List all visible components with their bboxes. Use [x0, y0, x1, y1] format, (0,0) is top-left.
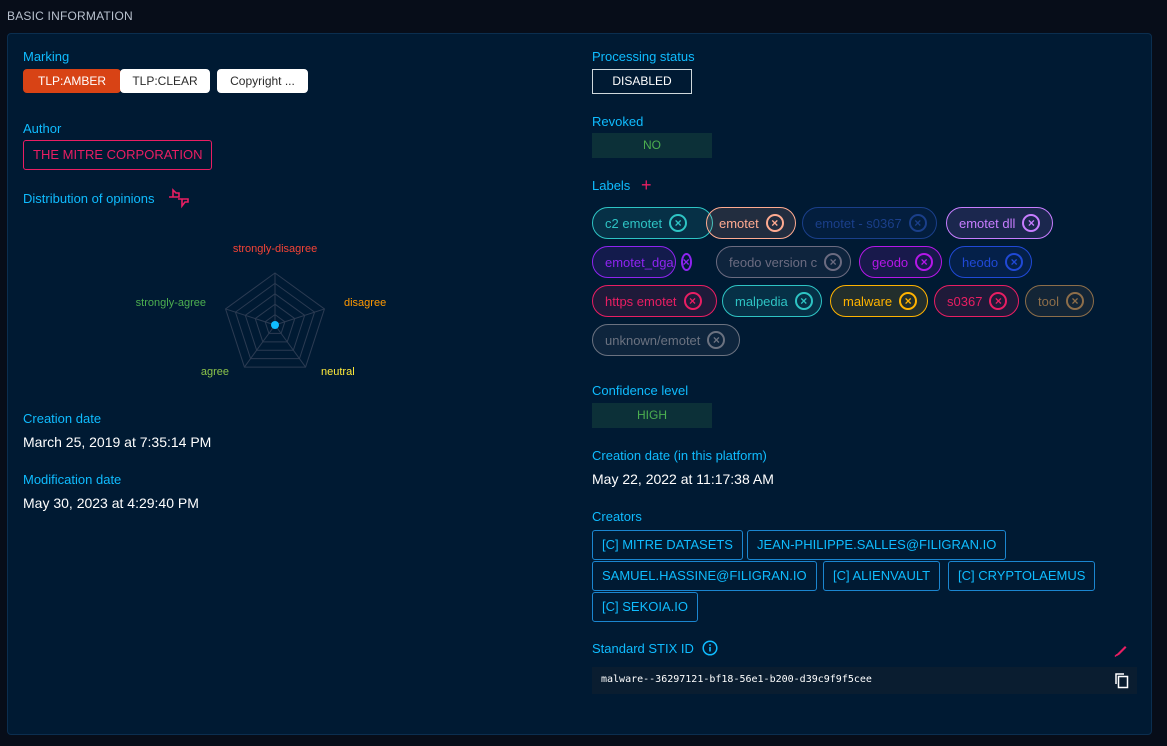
marking-tlp-clear[interactable]: TLP:CLEAR [120, 69, 210, 93]
creation-date-value: March 25, 2019 at 7:35:14 PM [23, 434, 212, 450]
label-chip[interactable]: c2 emotet × [592, 207, 713, 239]
remove-label-icon[interactable]: × [683, 292, 702, 310]
processing-status-badge: DISABLED [592, 69, 692, 94]
label-chip-text: malpedia [735, 293, 788, 309]
label-chip[interactable]: https emotet × [592, 285, 717, 317]
add-label-icon[interactable]: + [641, 176, 652, 194]
remove-label-icon[interactable]: × [765, 214, 784, 232]
label-chip[interactable]: emotet × [706, 207, 796, 239]
stix-id-label: Standard STIX ID [592, 641, 694, 656]
label-chip[interactable]: emotet - s0367 × [802, 207, 937, 239]
modification-date-value: May 30, 2023 at 4:29:40 PM [23, 495, 199, 511]
opinions-radar-chart: strongly-disagree disagree neutral agree… [108, 234, 408, 389]
radar-label-neutral: neutral [321, 366, 355, 378]
label-chip-text: c2 emotet [605, 215, 663, 231]
label-chip-text: feodo version c [729, 254, 818, 270]
creators-label: Creators [592, 509, 642, 524]
modification-date-label: Modification date [23, 472, 122, 487]
author-chip[interactable]: THE MITRE CORPORATION [23, 140, 213, 170]
processing-status-label: Processing status [592, 49, 695, 64]
remove-label-icon[interactable]: × [915, 253, 934, 271]
label-chip-text: geodo [872, 254, 909, 270]
radar-label-disagree: disagree [344, 297, 386, 309]
creator-chip[interactable]: [C] MITRE DATASETS [592, 530, 743, 560]
stix-id-box: malware--36297121-bf18-56e1-b200-d39c9f9… [592, 667, 1137, 694]
opinions-label: Distribution of opinions [23, 191, 155, 206]
remove-label-icon[interactable]: × [1022, 214, 1041, 232]
platform-creation-value: May 22, 2022 at 11:17:38 AM [592, 471, 774, 487]
radar-data-point [271, 321, 279, 329]
creator-chip[interactable]: SAMUEL.HASSINE@FILIGRAN.IO [592, 561, 817, 591]
label-chip[interactable]: emotet dll × [946, 207, 1053, 239]
remove-label-icon[interactable]: × [908, 214, 927, 232]
label-chip-text: heodo [962, 254, 999, 270]
label-chip[interactable]: unknown/emotet × [592, 324, 740, 356]
label-chip[interactable]: heodo × [949, 246, 1032, 278]
thumbs-up-down-icon[interactable] [167, 187, 191, 214]
author-label: Author [23, 121, 62, 136]
platform-creation-label: Creation date (in this platform) [592, 448, 767, 463]
label-chip[interactable]: emotet_dga × [592, 246, 692, 278]
label-chip-text: tool [1038, 293, 1059, 309]
label-chip-text: emotet - s0367 [815, 215, 902, 231]
creator-chip[interactable]: [C] ALIENVAULT [823, 561, 941, 591]
remove-label-icon[interactable]: × [899, 292, 918, 310]
basic-information-panel: Marking TLP:AMBER TLP:CLEAR Copyright ..… [7, 33, 1152, 735]
label-chip[interactable]: tool × [1025, 285, 1094, 317]
label-chip-text: emotet_dga [605, 254, 674, 270]
marking-tlp-amber[interactable]: TLP:AMBER [23, 69, 121, 93]
remove-label-icon[interactable]: × [680, 253, 692, 271]
revoked-label: Revoked [592, 114, 644, 129]
edit-pen-icon[interactable] [1113, 642, 1129, 663]
label-chip-text: emotet [719, 215, 759, 231]
label-chip-text: s0367 [947, 293, 983, 309]
revoked-badge: NO [592, 133, 712, 158]
label-chip-text: unknown/emotet [605, 332, 701, 348]
creator-chip[interactable]: [C] SEKOIA.IO [592, 592, 698, 622]
labels-label: Labels [592, 178, 631, 193]
radar-label-strongly-agree: strongly-agree [136, 297, 206, 309]
remove-label-icon[interactable]: × [1005, 253, 1024, 271]
remove-label-icon[interactable]: × [669, 214, 688, 232]
remove-label-icon[interactable]: × [794, 292, 813, 310]
creation-date-label: Creation date [23, 411, 102, 426]
label-chip-text: malware [843, 293, 893, 309]
stix-id-value: malware--36297121-bf18-56e1-b200-d39c9f9… [601, 674, 872, 685]
radar-label-strongly-disagree: strongly-disagree [233, 243, 317, 255]
copy-icon[interactable] [1114, 672, 1130, 695]
marking-copyright[interactable]: Copyright ... [217, 69, 308, 93]
marking-label: Marking [23, 49, 70, 64]
remove-label-icon[interactable]: × [989, 292, 1008, 310]
remove-label-icon[interactable]: × [1065, 292, 1084, 310]
label-chip[interactable]: malpedia × [722, 285, 822, 317]
confidence-label: Confidence level [592, 383, 689, 398]
label-chip[interactable]: feodo version c × [716, 246, 851, 278]
creator-chip[interactable]: JEAN-PHILIPPE.SALLES@FILIGRAN.IO [747, 530, 1007, 560]
label-chip-text: emotet dll [959, 215, 1016, 231]
label-chip-text: https emotet [605, 293, 677, 309]
info-icon[interactable] [702, 640, 718, 661]
creator-chip[interactable]: [C] CRYPTOLAEMUS [948, 561, 1096, 591]
confidence-badge: HIGH [592, 403, 712, 428]
remove-label-icon[interactable]: × [824, 253, 843, 271]
remove-label-icon[interactable]: × [707, 331, 726, 349]
label-chip[interactable]: geodo × [859, 246, 942, 278]
section-title: BASIC INFORMATION [7, 9, 133, 23]
radar-label-agree: agree [201, 366, 229, 378]
label-chip[interactable]: s0367 × [934, 285, 1019, 317]
label-chip[interactable]: malware × [830, 285, 928, 317]
